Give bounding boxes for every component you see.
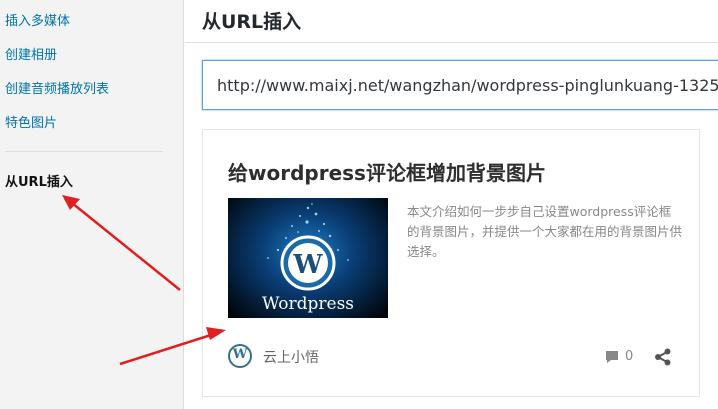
site-name[interactable]: 云上小悟 <box>263 347 319 367</box>
sidebar-item-create-audio-playlist[interactable]: 创建音频播放列表 <box>5 78 109 97</box>
embed-thumbnail[interactable]: W Wordpress <box>228 198 388 318</box>
url-input[interactable] <box>202 60 718 110</box>
sidebar-item-insert-media[interactable]: 插入多媒体 <box>5 10 70 29</box>
embed-title[interactable]: 给wordpress评论框增加背景图片 <box>228 157 546 186</box>
comment-icon[interactable] <box>604 349 620 365</box>
page-title: 从URL插入 <box>202 11 302 33</box>
sidebar-item-featured-image[interactable]: 特色图片 <box>5 112 57 131</box>
sidebar-item-insert-from-url[interactable]: 从URL插入 <box>5 171 73 190</box>
wordpress-logo-icon: W <box>280 235 336 291</box>
share-icon[interactable] <box>654 348 672 366</box>
embed-preview-card: 给wordpress评论框增加背景图片 W Wordpress 本文介绍如何一步… <box>202 129 700 397</box>
comment-count: 0 <box>625 349 634 364</box>
media-sidebar: 插入多媒体 创建相册 创建音频播放列表 特色图片 从URL插入 <box>0 0 184 409</box>
wordpress-logo-icon: W <box>228 344 252 368</box>
svg-text:W: W <box>292 250 323 280</box>
panel-header: 从URL插入 <box>185 0 718 43</box>
main-panel: 从URL插入 给wordpress评论框增加背景图片 W Wordpre <box>185 0 718 409</box>
sidebar-item-create-gallery[interactable]: 创建相册 <box>5 44 57 63</box>
sidebar-divider <box>5 151 163 152</box>
embed-excerpt: 本文介绍如何一步步自己设置wordpress评论框的背景图片，并提供一个大家都在… <box>407 204 683 259</box>
thumbnail-caption: Wordpress <box>261 294 355 314</box>
